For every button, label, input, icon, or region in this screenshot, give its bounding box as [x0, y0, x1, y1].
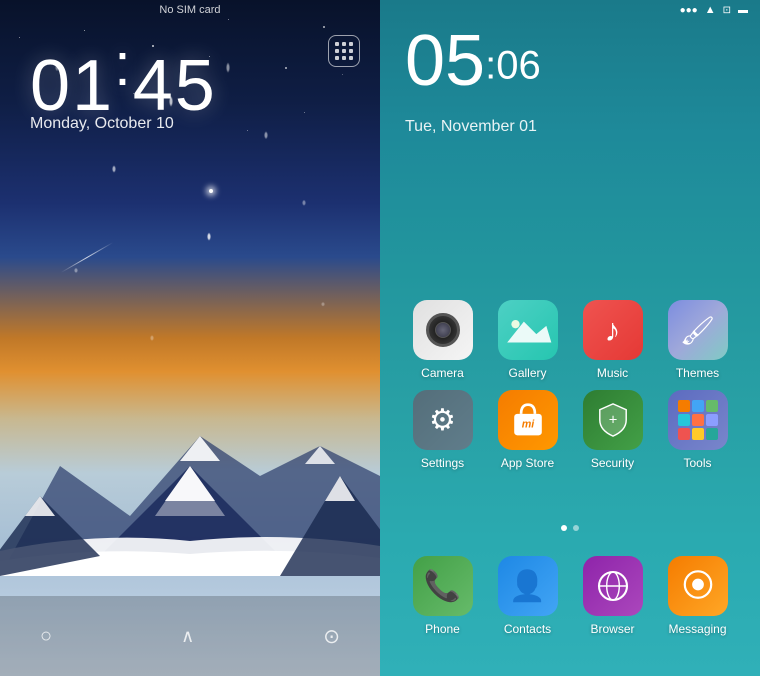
page-dot-2: [573, 525, 579, 531]
app-item-music[interactable]: ♪ Music: [573, 300, 653, 380]
settings-label: Settings: [421, 456, 464, 470]
music-icon: ♪: [583, 300, 643, 360]
app-item-settings[interactable]: ⚙ Settings: [403, 390, 483, 470]
themes-brush-symbol: 🖌: [680, 314, 716, 347]
lock-colon: :: [114, 31, 133, 98]
app-item-browser[interactable]: Browser: [573, 556, 653, 636]
browser-label: Browser: [590, 622, 634, 636]
messaging-icon: [668, 556, 728, 616]
home-hour: 05: [405, 21, 485, 101]
phone-symbol: 📞: [424, 569, 461, 604]
app-row-2: ⚙ Settings mi App Store: [400, 390, 740, 470]
app-row-1: Camera Gallery ♪ Music 🖌: [400, 300, 740, 380]
lock-time: 01:45: [30, 30, 217, 127]
battery-icon: ▬: [738, 5, 748, 16]
security-icon: +: [583, 390, 643, 450]
lock-minute: 45: [133, 46, 217, 126]
lock-camera-icon[interactable]: ⊙: [323, 624, 340, 649]
lock-status-bar: No SIM card: [0, 0, 380, 20]
svg-text:+: +: [608, 412, 617, 428]
page-dot-1: [561, 525, 567, 531]
home-status-bar: ●●● ▲ ⊡ ▬: [380, 0, 760, 20]
contacts-icon: 👤: [498, 556, 558, 616]
no-sim-icon: ⊡: [723, 5, 731, 16]
app-item-gallery[interactable]: Gallery: [488, 300, 568, 380]
lock-screen: No SIM card 01:45 Monday, October 10 ○ ∧…: [0, 0, 380, 676]
themes-icon: 🖌: [668, 300, 728, 360]
camera-lens: [426, 313, 460, 347]
phone-label: Phone: [425, 622, 460, 636]
home-screen: ●●● ▲ ⊡ ▬ 05:06 Tue, November 01 Camera: [380, 0, 760, 676]
music-note-symbol: ♪: [605, 312, 621, 349]
appstore-icon: mi: [498, 390, 558, 450]
contacts-symbol: 👤: [509, 569, 546, 604]
svg-text:mi: mi: [521, 419, 535, 431]
lock-date: Monday, October 10: [30, 115, 174, 133]
signal-icon: ●●●: [680, 5, 698, 16]
camera-icon: [413, 300, 473, 360]
app-item-phone[interactable]: 📞 Phone: [403, 556, 483, 636]
mountain-silhouette: [0, 376, 380, 576]
gallery-label: Gallery: [508, 366, 546, 380]
browser-icon: [583, 556, 643, 616]
settings-gear-symbol: ⚙: [429, 403, 456, 438]
app-item-security[interactable]: + Security: [573, 390, 653, 470]
security-label: Security: [591, 456, 634, 470]
lock-swipe-up-icon[interactable]: ∧: [181, 626, 194, 647]
appstore-bag-svg: mi: [505, 397, 551, 443]
gallery-svg: [503, 309, 553, 351]
lock-circle-icon[interactable]: ○: [40, 625, 52, 648]
browser-svg: [592, 565, 634, 607]
security-shield-svg: +: [591, 398, 635, 442]
home-status-icons: ●●● ▲ ⊡ ▬: [680, 4, 748, 16]
app-item-messaging[interactable]: Messaging: [658, 556, 738, 636]
music-label: Music: [597, 366, 628, 380]
lock-bottom-bar: ○ ∧ ⊙: [0, 596, 380, 676]
camera-label: Camera: [421, 366, 464, 380]
lock-dots-button[interactable]: [328, 35, 360, 67]
appstore-label: App Store: [501, 456, 554, 470]
app-item-contacts[interactable]: 👤 Contacts: [488, 556, 568, 636]
appstore-inner: mi: [498, 390, 558, 450]
app-row-3: 📞 Phone 👤 Contacts Browser: [400, 556, 740, 636]
settings-icon: ⚙: [413, 390, 473, 450]
dots-grid: [335, 42, 354, 61]
messaging-label: Messaging: [668, 622, 726, 636]
home-date: Tue, November 01: [405, 118, 537, 136]
gallery-icon: [498, 300, 558, 360]
bottom-app-row: 📞 Phone 👤 Contacts Browser: [380, 556, 760, 646]
home-time: 05:06: [405, 25, 541, 97]
app-item-camera[interactable]: Camera: [403, 300, 483, 380]
wifi-icon: ▲: [705, 4, 716, 16]
phone-icon: 📞: [413, 556, 473, 616]
contacts-label: Contacts: [504, 622, 551, 636]
tools-grid: [678, 400, 718, 440]
app-item-themes[interactable]: 🖌 Themes: [658, 300, 738, 380]
tools-label: Tools: [683, 456, 711, 470]
app-item-appstore[interactable]: mi App Store: [488, 390, 568, 470]
page-dots: [380, 525, 760, 531]
lock-hour: 01: [30, 46, 114, 126]
messaging-svg: [676, 564, 720, 608]
home-colon: :06: [485, 44, 541, 88]
lock-status-text: No SIM card: [159, 4, 220, 16]
app-item-tools[interactable]: Tools: [658, 390, 738, 470]
tools-icon: [668, 390, 728, 450]
themes-label: Themes: [676, 366, 719, 380]
app-grid: Camera Gallery ♪ Music 🖌: [380, 300, 760, 480]
